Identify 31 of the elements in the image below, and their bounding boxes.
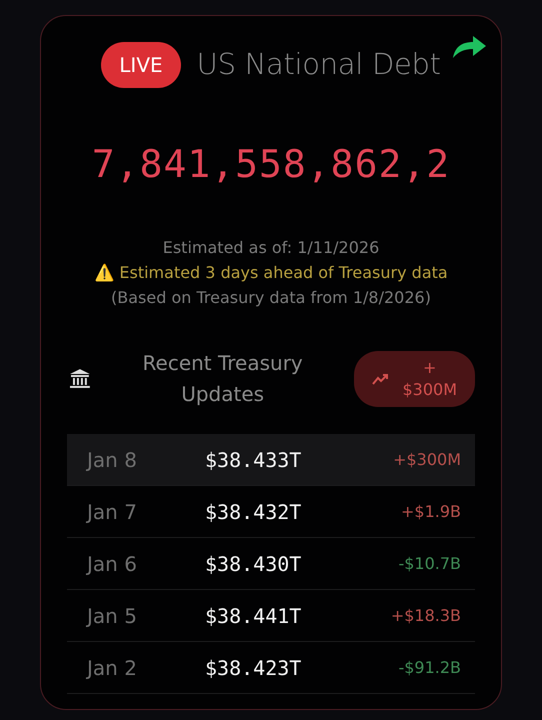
- row-date: Jan 2: [87, 654, 138, 682]
- row-total: $38.432T: [205, 498, 302, 526]
- update-row[interactable]: Jan 5 $38.441T +$18.3B: [67, 590, 475, 642]
- row-total: $38.423T: [205, 654, 302, 682]
- row-change: -$10.7B: [398, 552, 461, 574]
- row-date: Jan 6: [87, 550, 138, 578]
- estimate-date: Estimated as of: 1/11/2026: [162, 237, 380, 259]
- update-row[interactable]: Jan 6 $38.430T -$10.7B: [67, 538, 475, 590]
- share-icon[interactable]: [451, 34, 487, 60]
- page-title: US National Debt: [196, 46, 441, 84]
- update-row[interactable]: Jan 2 $38.423T -$91.2B: [67, 642, 475, 694]
- debt-counter: 7,841,558,862,2: [90, 141, 452, 188]
- row-total: $38.430T: [205, 550, 302, 578]
- update-row[interactable]: Jan 7 $38.432T +$1.9B: [67, 486, 475, 538]
- row-total: $38.441T: [205, 602, 302, 630]
- section-title: Recent Treasury Updates: [142, 350, 304, 408]
- row-change: -$91.2B: [398, 656, 461, 678]
- row-date: Jan 5: [87, 602, 138, 630]
- row-date: Jan 7: [87, 498, 138, 526]
- row-total: $38.433T: [205, 446, 302, 474]
- row-change: +$18.3B: [390, 604, 461, 626]
- row-change: +$300M: [393, 448, 461, 470]
- trend-icon: [372, 373, 390, 385]
- basis-note: (Based on Treasury data from 1/8/2026): [110, 287, 432, 309]
- row-change: +$1.9B: [400, 500, 461, 522]
- change-badge: + $300M: [354, 351, 475, 407]
- live-badge: LIVE: [101, 42, 181, 88]
- warning-text: ⚠ Estimated 3 days ahead of Treasury data: [93, 262, 449, 284]
- row-date: Jan 8: [87, 446, 138, 474]
- bank-icon: [69, 368, 91, 390]
- update-row[interactable]: Jan 8 $38.433T +$300M: [67, 434, 475, 486]
